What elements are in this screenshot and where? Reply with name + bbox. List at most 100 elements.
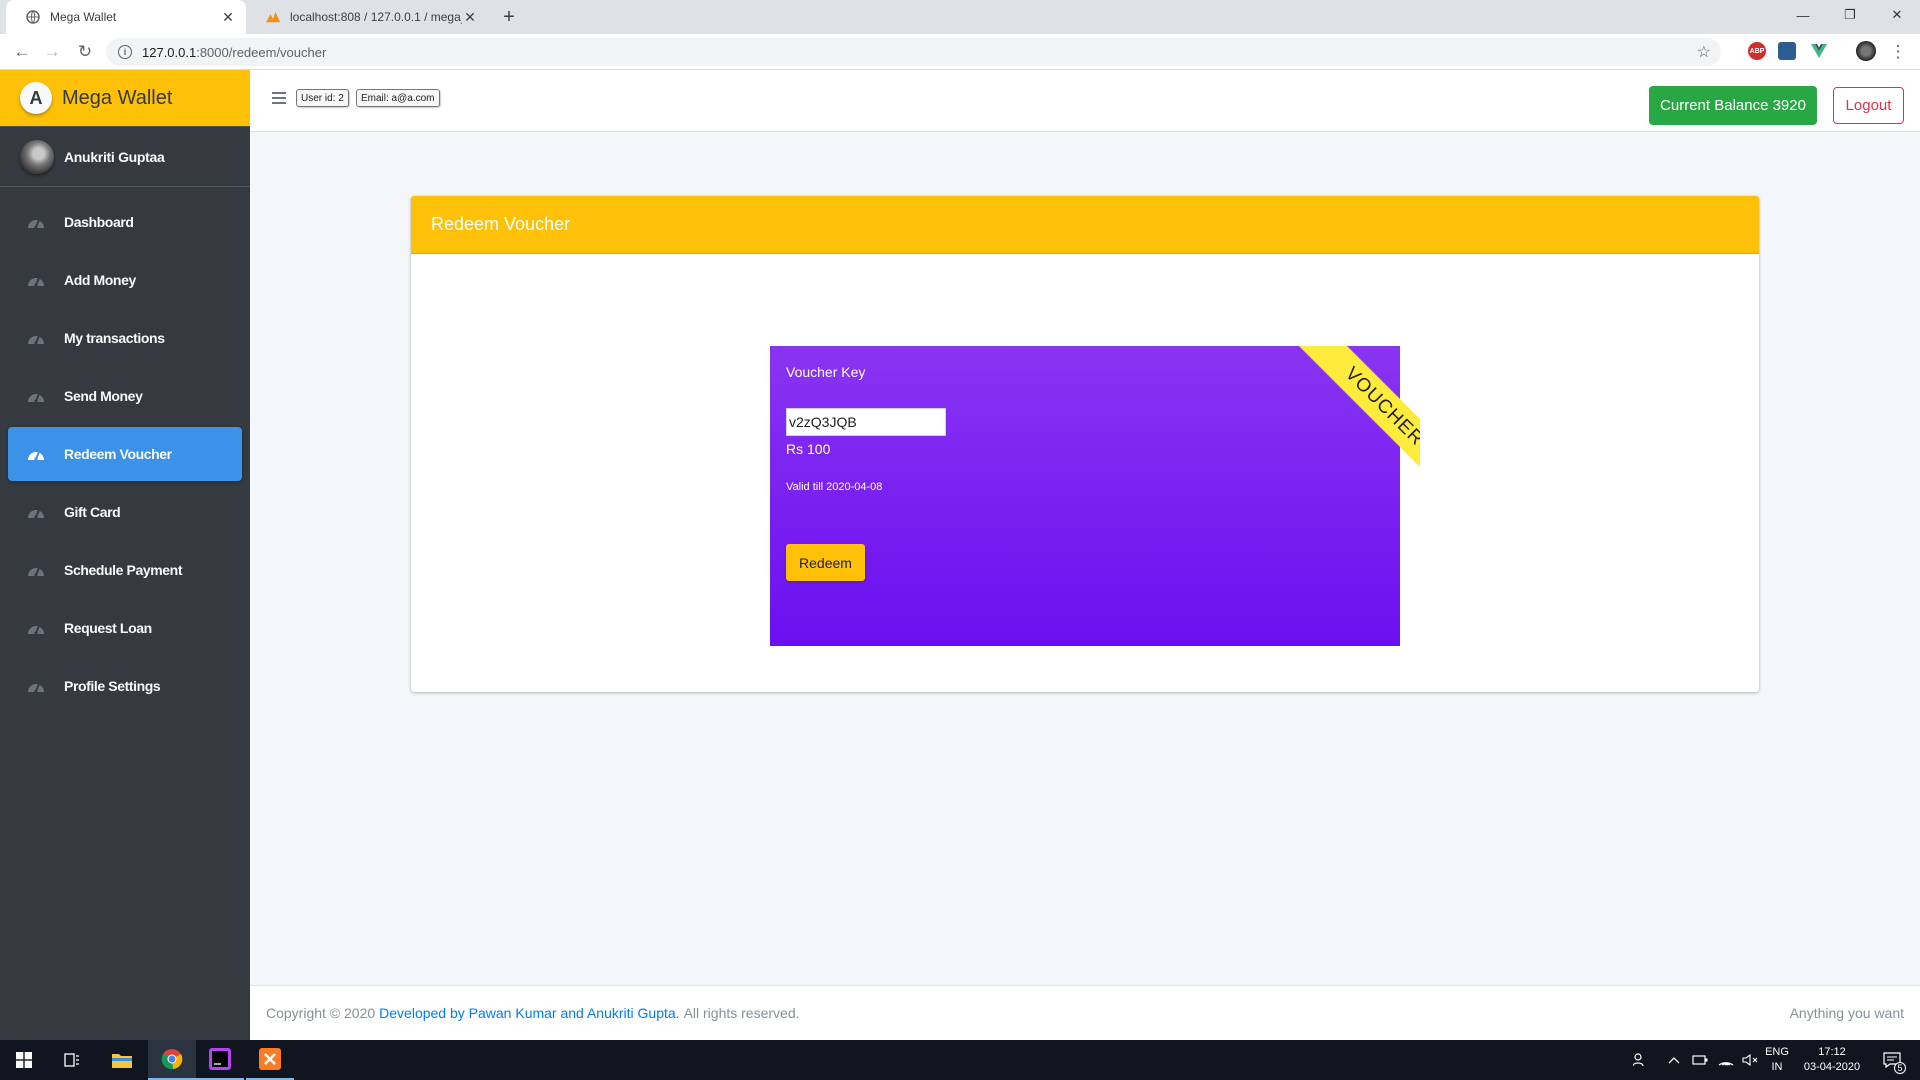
footer-rights: All rights reserved. [683,1005,800,1021]
url-host: 127.0.0.1 [142,44,197,60]
tab-title: Mega Wallet [50,10,117,24]
close-icon[interactable]: ✕ [462,9,478,25]
adblock-icon[interactable]: ABP [1748,42,1766,60]
top-navbar: User id: 2 Email: a@a.com Current Balanc… [250,70,1920,132]
browser-tab-bar: Mega Wallet ✕ localhost:808 / 127.0.0.1 … [0,0,1920,34]
minimize-button[interactable]: — [1780,0,1826,30]
sidebar-item-send-money[interactable]: Send Money [8,369,242,423]
dashboard-gauge-icon [26,386,46,406]
dashboard-gauge-icon [26,328,46,348]
new-tab-button[interactable]: + [498,6,520,28]
dashboard-gauge-icon [26,212,46,232]
user-id-chip: User id: 2 [296,89,349,107]
voucher-key-input[interactable] [786,408,946,436]
sidebar-item-gift-card[interactable]: Gift Card [8,485,242,539]
tab-phpmyadmin[interactable]: localhost:808 / 127.0.0.1 / mega_ ✕ [246,0,488,34]
footer-copyright: Copyright © 2020 [266,1005,376,1021]
logout-button[interactable]: Logout [1833,87,1904,124]
phpstorm-icon[interactable] [196,1040,244,1080]
email-chip: Email: a@a.com [356,89,440,107]
voucher-key-label: Voucher Key [786,364,866,380]
windows-start-icon[interactable] [0,1040,48,1080]
card-header: Redeem Voucher [411,196,1759,254]
card-title: Redeem Voucher [431,214,571,234]
sidebar-item-profile-settings[interactable]: Profile Settings [8,659,242,713]
user-name: Anukriti Guptaa [64,148,165,165]
back-icon[interactable]: ← [10,40,34,64]
profile-avatar-icon[interactable] [1856,41,1876,61]
forward-icon[interactable]: → [40,40,64,64]
sidebar-item-label: Gift Card [64,504,121,520]
footer: Copyright © 2020 Developed by Pawan Kuma… [250,985,1920,1040]
brand-text: Mega Wallet [62,86,173,109]
volume-muted-icon[interactable] [1740,1040,1760,1080]
redeem-voucher-card: Redeem Voucher VOUCHER Voucher Key Rs 10… [411,196,1759,692]
brand[interactable]: A Mega Wallet [0,70,250,127]
language-region: IN [1771,1061,1783,1073]
phpmyadmin-icon [266,10,280,24]
close-window-button[interactable]: ✕ [1874,0,1920,30]
restore-button[interactable]: ❐ [1827,0,1873,30]
brand-logo: A [20,82,52,114]
sidebar: A Mega Wallet Anukriti Guptaa Dashboard A… [0,70,250,1040]
chrome-icon[interactable] [148,1040,196,1080]
chevron-up-icon[interactable] [1664,1040,1684,1080]
address-bar: ← → ↻ i 127.0.0.1 :8000/redeem/voucher ☆… [0,34,1920,70]
url-path: :8000/redeem/voucher [196,44,327,60]
menu-toggle-icon[interactable] [272,92,286,104]
voucher-ribbon: VOUCHER [1265,346,1420,501]
sidebar-item-label: Request Loan [64,620,152,636]
dashboard-gauge-icon [26,618,46,638]
sidebar-item-redeem-voucher[interactable]: Redeem Voucher [8,427,242,481]
task-view-icon[interactable] [48,1040,96,1080]
clock-time: 17:12 [1818,1046,1846,1058]
sidebar-item-label: Schedule Payment [64,562,183,578]
sidebar-item-schedule-payment[interactable]: Schedule Payment [8,543,242,597]
sidebar-item-add-money[interactable]: Add Money [8,253,242,307]
sidebar-item-request-loan[interactable]: Request Loan [8,601,242,655]
sidebar-item-label: Redeem Voucher [64,446,172,462]
dashboard-gauge-icon [26,676,46,696]
sidebar-item-my-transactions[interactable]: My transactions [8,311,242,365]
wifi-icon[interactable] [1716,1040,1736,1080]
footer-right-text: Anything you want [1789,1005,1904,1021]
info-icon[interactable]: i [118,45,132,59]
voucher-amount: Rs 100 [786,441,831,457]
notification-count: 5 [1894,1062,1906,1074]
current-balance-button[interactable]: Current Balance 3920 [1649,86,1817,125]
dashboard-gauge-icon [26,502,46,522]
tab-mega-wallet[interactable]: Mega Wallet ✕ [6,0,246,34]
language-indicator[interactable]: ENG IN [1762,1040,1792,1080]
notifications-icon[interactable]: 5 [1872,1040,1912,1080]
clock[interactable]: 17:12 03-04-2020 [1797,1040,1867,1080]
file-explorer-icon[interactable] [98,1040,146,1080]
language-code: ENG [1765,1046,1789,1058]
tab-title: localhost:808 / 127.0.0.1 / mega_ [290,10,462,24]
battery-icon[interactable] [1690,1040,1710,1080]
sidebar-item-label: Profile Settings [64,678,161,694]
sidebar-item-label: Send Money [64,388,143,404]
redeem-button[interactable]: Redeem [786,544,865,581]
voucher-ribbon-text: VOUCHER [1297,346,1420,494]
dashboard-gauge-icon [26,270,46,290]
sidebar-item-dashboard[interactable]: Dashboard [8,195,242,249]
globe-icon [26,10,40,24]
voucher-valid-till: Valid till 2020-04-08 [786,481,883,493]
close-icon[interactable]: ✕ [220,9,236,25]
footer-credit-link[interactable]: Developed by Pawan Kumar and Anukriti Gu… [379,1005,679,1021]
dashboard-gauge-icon [26,560,46,580]
sidebar-item-label: My transactions [64,330,165,346]
voucher: VOUCHER Voucher Key Rs 100 Valid till 20… [770,346,1420,646]
extension-icon[interactable] [1778,42,1796,60]
url-input[interactable]: i 127.0.0.1 :8000/redeem/voucher ☆ [106,38,1721,66]
sidebar-item-label: Add Money [64,272,136,288]
sidebar-item-label: Dashboard [64,214,134,230]
vue-devtools-icon[interactable] [1810,42,1828,60]
kebab-menu-icon[interactable]: ⋮ [1886,40,1910,64]
xampp-icon[interactable] [246,1040,294,1080]
user-panel[interactable]: Anukriti Guptaa [0,127,250,187]
people-icon[interactable] [1628,1040,1652,1080]
clock-date: 03-04-2020 [1803,1061,1861,1073]
star-icon[interactable]: ☆ [1697,42,1711,62]
reload-icon[interactable]: ↻ [73,40,97,64]
